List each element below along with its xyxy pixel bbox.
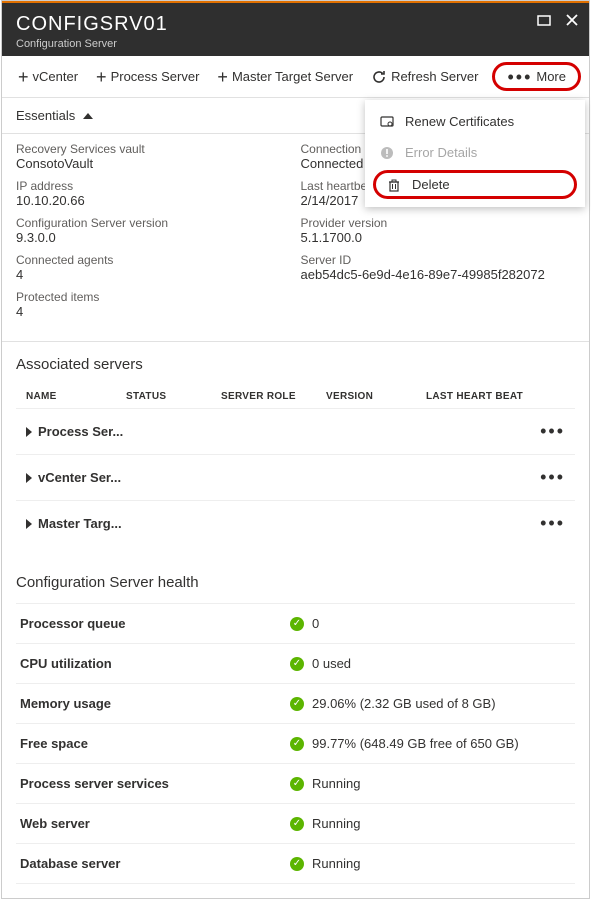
- agents-value: 4: [16, 267, 291, 282]
- status-ok-icon: ✓: [290, 817, 304, 831]
- more-button[interactable]: ••• More: [492, 62, 581, 91]
- ellipsis-icon: •••: [507, 73, 532, 81]
- health-label: Free space: [20, 736, 290, 751]
- row-actions-icon[interactable]: •••: [540, 421, 565, 442]
- expand-icon: [26, 473, 32, 483]
- health-label: Memory usage: [20, 696, 290, 711]
- close-icon[interactable]: [565, 13, 579, 27]
- process-server-label: Process Server: [111, 69, 200, 84]
- ip-value: 10.10.20.66: [16, 193, 291, 208]
- health-row: CPU utilization ✓ 0 used: [16, 644, 575, 684]
- refresh-label: Refresh Server: [391, 69, 478, 84]
- plus-icon: +: [96, 71, 107, 83]
- health-value: 29.06% (2.32 GB used of 8 GB): [312, 696, 496, 711]
- vcenter-label: vCenter: [33, 69, 79, 84]
- health-row: Processor queue ✓ 0: [16, 603, 575, 644]
- delete-label: Delete: [412, 177, 450, 192]
- status-ok-icon: ✓: [290, 697, 304, 711]
- associated-title: Associated servers: [16, 356, 575, 373]
- expand-icon: [26, 427, 32, 437]
- health-row: Memory usage ✓ 29.06% (2.32 GB used of 8…: [16, 684, 575, 724]
- error-icon: [379, 146, 395, 160]
- more-label: More: [536, 69, 566, 84]
- server-title: CONFIGSRV01: [16, 13, 575, 36]
- refresh-icon: [371, 69, 387, 85]
- status-ok-icon: ✓: [290, 737, 304, 751]
- associated-server-row[interactable]: Master Targ... •••: [16, 500, 575, 546]
- vault-key: Recovery Services vault: [16, 142, 291, 156]
- health-label: Web server: [20, 816, 290, 831]
- serverid-key: Server ID: [301, 253, 576, 267]
- command-bar: + vCenter + Process Server + Master Targ…: [2, 56, 589, 98]
- error-details-item: Error Details: [365, 137, 585, 168]
- csversion-key: Configuration Server version: [16, 216, 291, 230]
- master-target-label: Master Target Server: [232, 69, 353, 84]
- health-row: Database server ✓ Running: [16, 844, 575, 884]
- protected-value: 4: [16, 304, 291, 319]
- col-name: NAME: [26, 391, 126, 402]
- provider-key: Provider version: [301, 216, 576, 230]
- health-section: Configuration Server health Processor qu…: [2, 560, 589, 898]
- health-row: Free space ✓ 99.77% (648.49 GB free of 6…: [16, 724, 575, 764]
- health-value: Running: [312, 776, 360, 791]
- associated-server-row[interactable]: Process Ser... •••: [16, 408, 575, 454]
- ip-key: IP address: [16, 179, 291, 193]
- health-row: Web server ✓ Running: [16, 804, 575, 844]
- server-subtitle: Configuration Server: [16, 38, 575, 50]
- blade-header: CONFIGSRV01 Configuration Server: [2, 1, 589, 56]
- col-heartbeat: LAST HEART BEAT: [426, 391, 565, 402]
- more-dropdown: Renew Certificates Error Details Delete: [365, 100, 585, 207]
- health-label: CPU utilization: [20, 656, 290, 671]
- error-label: Error Details: [405, 145, 477, 160]
- expand-icon: [26, 519, 32, 529]
- provider-value: 5.1.1700.0: [301, 230, 576, 245]
- health-value: 0 used: [312, 656, 351, 671]
- col-status: STATUS: [126, 391, 221, 402]
- delete-item[interactable]: Delete: [373, 170, 577, 199]
- essentials-label: Essentials: [16, 108, 75, 123]
- status-ok-icon: ✓: [290, 857, 304, 871]
- renew-certificates-item[interactable]: Renew Certificates: [365, 106, 585, 137]
- serverid-value: aeb54dc5-6e9d-4e16-89e7-49985f282072: [301, 267, 576, 282]
- csversion-value: 9.3.0.0: [16, 230, 291, 245]
- plus-icon: +: [217, 71, 228, 83]
- status-ok-icon: ✓: [290, 777, 304, 791]
- associated-servers-section: Associated servers NAME STATUS SERVER RO…: [2, 342, 589, 560]
- agents-key: Connected agents: [16, 253, 291, 267]
- status-ok-icon: ✓: [290, 617, 304, 631]
- associated-server-row[interactable]: vCenter Ser... •••: [16, 454, 575, 500]
- vault-value: ConsotoVault: [16, 156, 291, 171]
- health-title: Configuration Server health: [16, 574, 575, 591]
- row-actions-icon[interactable]: •••: [540, 467, 565, 488]
- certificate-icon: [379, 115, 395, 129]
- server-row-name: vCenter Ser...: [38, 470, 121, 485]
- add-vcenter-button[interactable]: + vCenter: [10, 63, 86, 90]
- server-row-name: Process Ser...: [38, 424, 123, 439]
- health-value: Running: [312, 816, 360, 831]
- add-master-target-button[interactable]: + Master Target Server: [209, 63, 361, 90]
- renew-label: Renew Certificates: [405, 114, 514, 129]
- chevron-up-icon: [83, 113, 93, 119]
- refresh-server-button[interactable]: Refresh Server: [363, 63, 486, 91]
- add-process-server-button[interactable]: + Process Server: [88, 63, 207, 90]
- plus-icon: +: [18, 71, 29, 83]
- health-label: Processor queue: [20, 616, 290, 631]
- associated-header-row: NAME STATUS SERVER ROLE VERSION LAST HEA…: [16, 385, 575, 408]
- protected-key: Protected items: [16, 290, 291, 304]
- col-role: SERVER ROLE: [221, 391, 326, 402]
- status-ok-icon: ✓: [290, 657, 304, 671]
- health-value: 99.77% (648.49 GB free of 650 GB): [312, 736, 519, 751]
- row-actions-icon[interactable]: •••: [540, 513, 565, 534]
- health-row: Process server services ✓ Running: [16, 764, 575, 804]
- health-value: Running: [312, 856, 360, 871]
- health-value: 0: [312, 616, 319, 631]
- health-label: Database server: [20, 856, 290, 871]
- col-version: VERSION: [326, 391, 426, 402]
- server-row-name: Master Targ...: [38, 516, 122, 531]
- trash-icon: [386, 178, 402, 192]
- maximize-icon[interactable]: [537, 13, 551, 27]
- health-label: Process server services: [20, 776, 290, 791]
